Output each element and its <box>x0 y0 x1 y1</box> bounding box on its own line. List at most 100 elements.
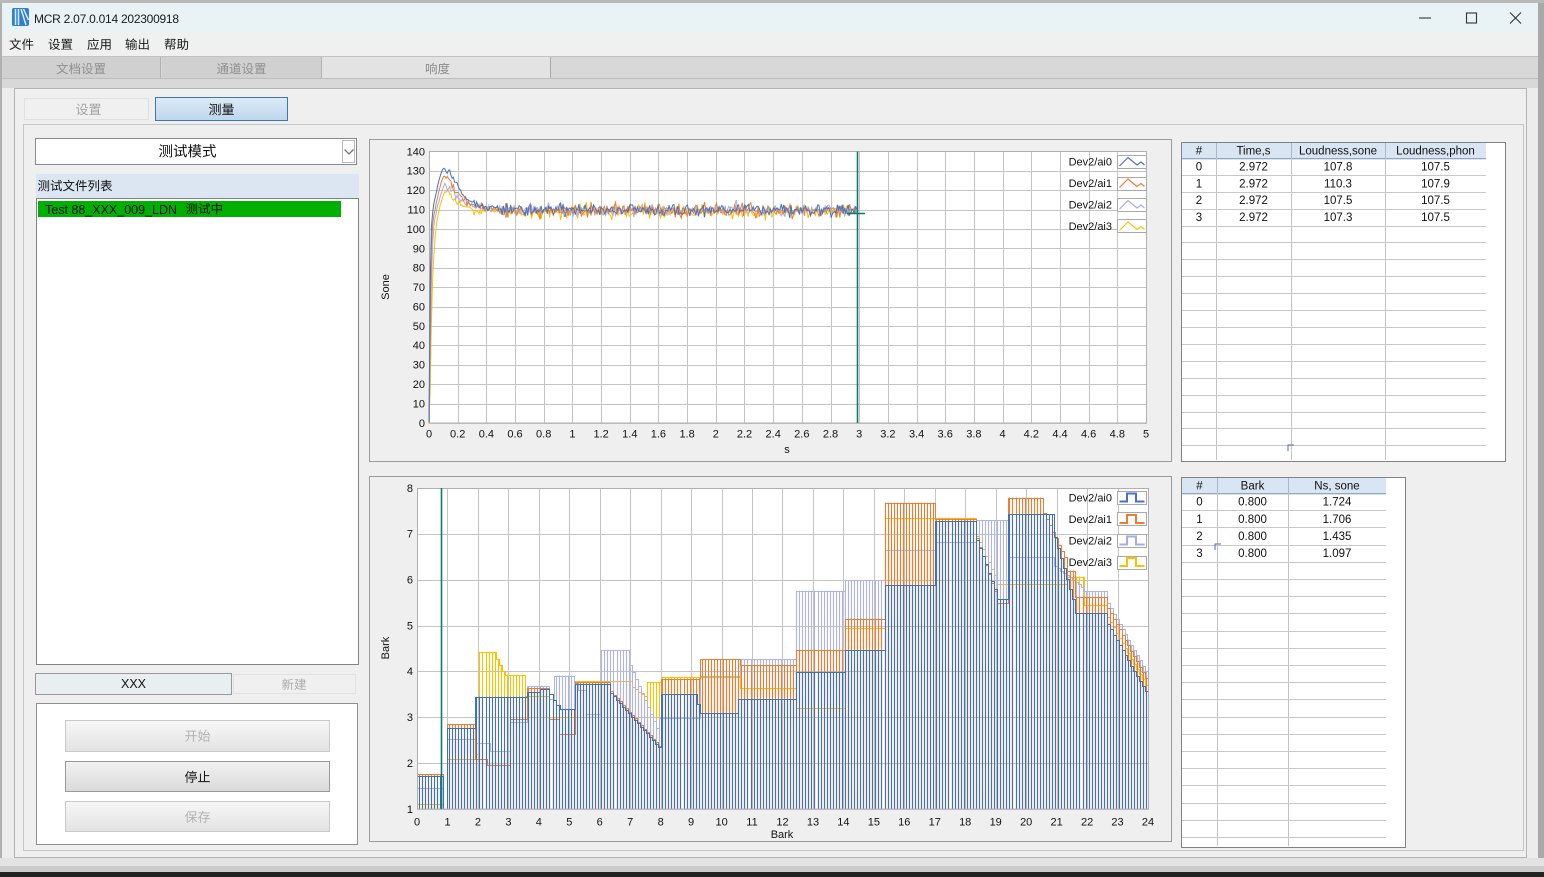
svg-text:3: 3 <box>505 817 511 829</box>
svg-text:s: s <box>784 444 790 456</box>
svg-text:4.6: 4.6 <box>1081 429 1096 441</box>
svg-text:107.3: 107.3 <box>1324 212 1353 224</box>
svg-text:Dev2/ai2: Dev2/ai2 <box>1069 200 1112 212</box>
svg-text:3: 3 <box>856 429 862 441</box>
svg-text:6: 6 <box>597 817 603 829</box>
svg-text:0.800: 0.800 <box>1238 514 1267 526</box>
svg-text:2: 2 <box>1196 195 1202 207</box>
svg-text:1.6: 1.6 <box>651 429 666 441</box>
svg-text:107.5: 107.5 <box>1421 195 1450 207</box>
svg-text:8: 8 <box>407 483 413 495</box>
svg-text:2.6: 2.6 <box>794 429 809 441</box>
svg-text:Sone: Sone <box>380 274 392 300</box>
svg-text:12: 12 <box>776 817 788 829</box>
svg-text:1.097: 1.097 <box>1323 548 1352 560</box>
svg-text:4: 4 <box>1000 429 1006 441</box>
svg-text:24: 24 <box>1142 817 1154 829</box>
svg-text:107.5: 107.5 <box>1421 161 1450 173</box>
svg-text:130: 130 <box>407 166 425 178</box>
svg-text:140: 140 <box>407 146 425 158</box>
svg-text:3.2: 3.2 <box>880 429 895 441</box>
svg-text:0: 0 <box>414 817 420 829</box>
svg-text:11: 11 <box>746 817 757 829</box>
svg-text:107.5: 107.5 <box>1421 212 1450 224</box>
svg-text:1: 1 <box>407 804 413 816</box>
svg-text:Bark: Bark <box>1241 481 1265 493</box>
svg-text:3: 3 <box>407 712 413 724</box>
svg-text:107.5: 107.5 <box>1324 195 1353 207</box>
svg-text:7: 7 <box>627 817 633 829</box>
svg-text:70: 70 <box>413 282 425 294</box>
svg-text:Bark: Bark <box>771 829 794 841</box>
svg-text:2: 2 <box>475 817 481 829</box>
svg-text:5: 5 <box>407 620 413 632</box>
svg-text:1.4: 1.4 <box>622 429 637 441</box>
svg-text:100: 100 <box>407 224 425 236</box>
svg-text:#: # <box>1196 481 1203 493</box>
svg-text:1: 1 <box>1196 514 1202 526</box>
svg-text:6: 6 <box>407 575 413 587</box>
svg-text:40: 40 <box>413 340 425 352</box>
svg-text:0: 0 <box>419 418 425 430</box>
svg-text:16: 16 <box>898 817 910 829</box>
svg-text:1: 1 <box>1196 178 1202 190</box>
svg-text:Dev2/ai3: Dev2/ai3 <box>1069 557 1112 569</box>
svg-text:4.8: 4.8 <box>1110 429 1125 441</box>
svg-text:Dev2/ai1: Dev2/ai1 <box>1069 178 1112 190</box>
svg-text:107.8: 107.8 <box>1324 161 1353 173</box>
svg-text:Dev2/ai2: Dev2/ai2 <box>1069 536 1112 548</box>
svg-text:1: 1 <box>444 817 450 829</box>
svg-text:2.972: 2.972 <box>1239 212 1268 224</box>
svg-text:2: 2 <box>1196 531 1202 543</box>
svg-text:2.8: 2.8 <box>823 429 838 441</box>
svg-text:7: 7 <box>407 529 413 541</box>
svg-text:23: 23 <box>1111 817 1123 829</box>
svg-text:21: 21 <box>1050 817 1062 829</box>
svg-text:13: 13 <box>807 817 819 829</box>
svg-text:1: 1 <box>569 429 575 441</box>
svg-text:120: 120 <box>407 185 425 197</box>
svg-text:107.9: 107.9 <box>1421 178 1450 190</box>
svg-text:50: 50 <box>413 321 425 333</box>
svg-text:Bark: Bark <box>380 636 392 659</box>
svg-text:0: 0 <box>426 429 432 441</box>
svg-text:#: # <box>1196 146 1203 158</box>
svg-text:2.2: 2.2 <box>737 429 752 441</box>
svg-text:Time,s: Time,s <box>1236 146 1270 158</box>
svg-text:Dev2/ai0: Dev2/ai0 <box>1069 493 1112 505</box>
svg-text:2.4: 2.4 <box>766 429 781 441</box>
svg-text:8: 8 <box>658 817 664 829</box>
svg-text:15: 15 <box>868 817 880 829</box>
svg-text:30: 30 <box>413 360 425 372</box>
svg-text:2.972: 2.972 <box>1239 178 1268 190</box>
svg-text:20: 20 <box>413 379 425 391</box>
svg-text:2.972: 2.972 <box>1239 195 1268 207</box>
svg-text:1.706: 1.706 <box>1323 514 1352 526</box>
svg-text:90: 90 <box>413 243 425 255</box>
svg-text:4: 4 <box>407 666 413 678</box>
svg-text:18: 18 <box>959 817 971 829</box>
svg-text:1.8: 1.8 <box>679 429 694 441</box>
svg-text:4.2: 4.2 <box>1024 429 1039 441</box>
svg-text:10: 10 <box>413 398 425 410</box>
svg-text:Dev2/ai1: Dev2/ai1 <box>1069 514 1112 526</box>
svg-text:0.6: 0.6 <box>507 429 522 441</box>
svg-text:3.4: 3.4 <box>909 429 924 441</box>
svg-text:0: 0 <box>1196 497 1202 509</box>
svg-text:0: 0 <box>1196 161 1202 173</box>
svg-text:80: 80 <box>413 263 425 275</box>
svg-text:2: 2 <box>713 429 719 441</box>
svg-text:3: 3 <box>1196 212 1202 224</box>
svg-text:5: 5 <box>1143 429 1149 441</box>
svg-text:0.4: 0.4 <box>479 429 494 441</box>
svg-text:Loudness,sone: Loudness,sone <box>1299 146 1377 158</box>
svg-text:0.800: 0.800 <box>1238 531 1267 543</box>
svg-text:3: 3 <box>1196 548 1202 560</box>
svg-text:Dev2/ai3: Dev2/ai3 <box>1069 221 1112 233</box>
svg-text:0.8: 0.8 <box>536 429 551 441</box>
svg-text:3.8: 3.8 <box>966 429 981 441</box>
svg-text:4.4: 4.4 <box>1052 429 1067 441</box>
svg-text:Loudness,phon: Loudness,phon <box>1396 146 1475 158</box>
svg-text:1.435: 1.435 <box>1323 531 1352 543</box>
svg-text:0.2: 0.2 <box>450 429 465 441</box>
